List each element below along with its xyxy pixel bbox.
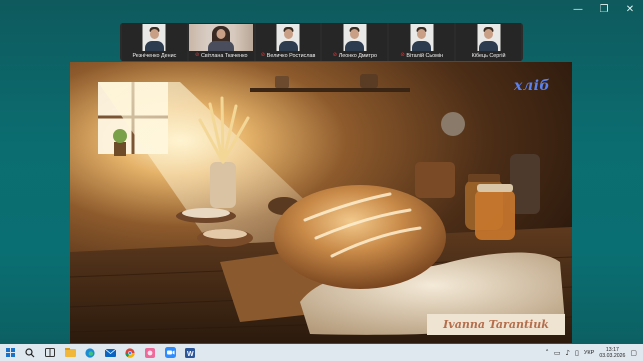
notifications-icon[interactable]: ▢	[630, 349, 637, 357]
author-signature: Ivanna Tarantiuk	[427, 314, 565, 335]
participant-name: Леонко Дмитро	[338, 52, 378, 59]
participant-video	[188, 24, 253, 51]
zoom-icon[interactable]	[160, 344, 180, 361]
participant-video	[142, 24, 166, 51]
mic-muted-icon: ⊘	[260, 52, 265, 58]
participant-video	[343, 24, 367, 51]
participant-tile[interactable]: ⊘ Леонко Дмитро	[322, 23, 388, 61]
svg-text:W: W	[187, 351, 194, 358]
participant-video	[410, 24, 434, 51]
task-view-icon[interactable]	[40, 344, 60, 361]
participant-name: Кібець Сергій	[471, 52, 506, 59]
participant-tile[interactable]: Кібець Сергій	[456, 23, 521, 61]
clock-date: 03.03.2026	[599, 352, 626, 359]
photos-icon[interactable]	[140, 344, 160, 361]
mic-muted-icon: ⊘	[400, 52, 405, 58]
bread-scene-illustration	[70, 74, 572, 343]
mic-muted-icon: ⊘	[194, 52, 200, 58]
participant-name: Світлана Ткаченко	[200, 52, 248, 59]
volume-icon[interactable]: ♪	[566, 349, 570, 357]
mic-muted-icon: ⊘	[332, 52, 337, 58]
participant-video	[276, 24, 300, 51]
edge-icon[interactable]	[80, 344, 100, 361]
participant-name: Резніченко Денис	[132, 52, 177, 59]
participant-tile[interactable]: Резніченко Денис	[122, 23, 187, 61]
mail-icon[interactable]	[100, 344, 120, 361]
chrome-icon[interactable]	[120, 344, 140, 361]
chevron-up-icon[interactable]: ˄	[545, 349, 549, 357]
windows-start-icon[interactable]	[0, 344, 20, 361]
battery-icon[interactable]: ▯	[575, 349, 579, 357]
participant-tile[interactable]: ⊘ Віталій Сьомін	[389, 23, 455, 61]
participant-name: Величко Ростислав	[266, 52, 316, 59]
file-explorer-icon[interactable]	[60, 344, 80, 361]
window-controls: — ❐ ✕	[565, 0, 643, 18]
search-icon[interactable]	[20, 344, 40, 361]
taskbar: W ˄ ▭ ♪ ▯ УКР 13:17 03.03.2026 ▢	[0, 344, 643, 361]
shared-screen-slide: хліб Ivanna Tarantiuk	[70, 62, 572, 343]
system-tray: ˄ ▭ ♪ ▯ УКР 13:17 03.03.2026 ▢	[545, 344, 643, 361]
participant-tile[interactable]: ⊘ Величко Ростислав	[255, 23, 321, 61]
clock[interactable]: 13:17 03.03.2026	[599, 347, 625, 359]
network-icon[interactable]: ▭	[554, 349, 561, 357]
participant-name: Віталій Сьомін	[406, 52, 444, 59]
participants-strip: Резніченко Денис ⊘ Світлана Ткаченко ⊘ Вел…	[120, 23, 523, 61]
maximize-button[interactable]: ❐	[591, 0, 617, 18]
language-indicator[interactable]: УКР	[584, 350, 595, 356]
brand-logo: хліб	[513, 78, 550, 94]
close-button[interactable]: ✕	[617, 0, 643, 18]
minimize-button[interactable]: —	[565, 0, 591, 18]
participant-tile[interactable]: ⊘ Світлана Ткаченко	[188, 23, 254, 61]
word-icon[interactable]: W	[180, 344, 200, 361]
participant-video	[477, 24, 501, 51]
